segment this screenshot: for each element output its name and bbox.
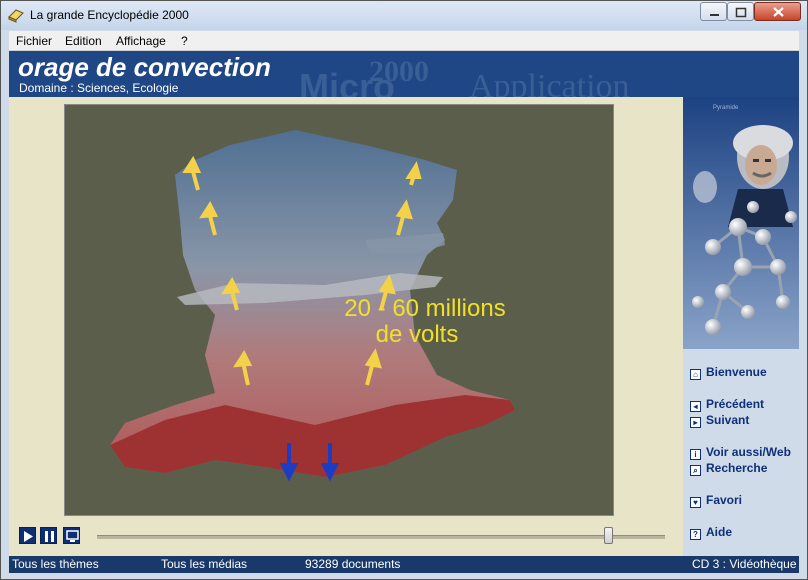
title-bar[interactable]: La grande Encyclopédie 2000 bbox=[1, 1, 807, 30]
window-title: La grande Encyclopédie 2000 bbox=[30, 8, 189, 22]
help-icon: ? bbox=[690, 529, 701, 540]
decorative-science-image: Pyramide bbox=[683, 97, 799, 349]
svg-text:Pyramide: Pyramide bbox=[713, 105, 739, 111]
nav-precedent[interactable]: ◂ Précédent bbox=[690, 397, 764, 412]
maximize-icon bbox=[735, 7, 747, 18]
close-button[interactable] bbox=[754, 2, 801, 21]
play-icon bbox=[24, 531, 33, 542]
media-panel: 20 - 60 millions de volts bbox=[9, 97, 683, 556]
topic-title: orage de convection bbox=[18, 52, 271, 82]
menu-edition[interactable]: Edition bbox=[65, 34, 102, 48]
display-button[interactable] bbox=[63, 527, 80, 544]
minimize-icon bbox=[710, 14, 719, 16]
info-icon: i bbox=[690, 449, 701, 460]
nav-voir-aussi-label: Voir aussi/Web bbox=[706, 445, 791, 459]
topic-banner: 2000 Micro Application orage de convecti… bbox=[9, 51, 799, 97]
thunderstorm-illustration: 20 - 60 millions de volts bbox=[110, 130, 515, 482]
back-icon: ◂ bbox=[690, 401, 701, 412]
home-icon: ⌂ bbox=[690, 369, 701, 380]
nav-bienvenue[interactable]: ⌂ Bienvenue bbox=[690, 365, 767, 380]
status-cd: CD 3 : Vidéothèque bbox=[692, 557, 797, 571]
maximize-button[interactable] bbox=[727, 2, 754, 21]
menu-bar: Fichier Edition Affichage ? bbox=[9, 31, 799, 51]
menu-help[interactable]: ? bbox=[181, 34, 188, 48]
voltage-caption-line2: de volts bbox=[376, 321, 459, 348]
nav-suivant[interactable]: ▸ Suivant bbox=[690, 413, 749, 428]
app-window: La grande Encyclopédie 2000 Fichier Edit… bbox=[0, 0, 808, 580]
nav-aide[interactable]: ? Aide bbox=[690, 525, 732, 540]
close-icon bbox=[773, 7, 784, 17]
sidebar: Pyramide ⌂ Bienvenue ◂ Précédent ▸ Suiva… bbox=[683, 97, 799, 556]
menu-affichage[interactable]: Affichage bbox=[116, 34, 166, 48]
nav-precedent-label: Précédent bbox=[706, 397, 765, 411]
status-medias[interactable]: Tous les médias bbox=[161, 557, 247, 571]
nav-recherche-label: Recherche bbox=[706, 461, 768, 475]
nav-favori[interactable]: ♥ Favori bbox=[690, 493, 742, 508]
screen-icon bbox=[66, 530, 79, 542]
svg-text:Application: Application bbox=[469, 68, 630, 97]
nav-suivant-label: Suivant bbox=[706, 413, 750, 427]
nav-favori-label: Favori bbox=[706, 493, 743, 507]
nav-voir-aussi[interactable]: i Voir aussi/Web bbox=[690, 445, 791, 460]
forward-icon: ▸ bbox=[690, 417, 701, 428]
pause-icon bbox=[45, 531, 54, 542]
progress-slider-thumb[interactable] bbox=[604, 527, 613, 544]
nav-bienvenue-label: Bienvenue bbox=[706, 365, 767, 379]
status-bar: Tous les thèmes Tous les médias 93289 do… bbox=[9, 556, 799, 573]
pause-button[interactable] bbox=[40, 527, 57, 544]
status-documents: 93289 documents bbox=[305, 557, 401, 571]
nav-recherche[interactable]: ⌕ Recherche bbox=[690, 461, 767, 476]
search-icon: ⌕ bbox=[690, 465, 701, 476]
heart-icon: ♥ bbox=[690, 497, 701, 508]
play-button[interactable] bbox=[19, 527, 36, 544]
voltage-caption-line1: 20 - 60 millions bbox=[344, 295, 505, 322]
svg-text:Micro: Micro bbox=[299, 66, 395, 97]
book-icon bbox=[8, 9, 24, 23]
menu-fichier[interactable]: Fichier bbox=[16, 34, 52, 48]
nav-aide-label: Aide bbox=[706, 525, 733, 539]
progress-slider-track[interactable] bbox=[97, 535, 665, 539]
video-frame[interactable]: 20 - 60 millions de volts bbox=[64, 104, 614, 516]
minimize-button[interactable] bbox=[700, 2, 727, 21]
topic-domain: Domaine : Sciences, Ecologie bbox=[19, 81, 179, 95]
status-themes[interactable]: Tous les thèmes bbox=[12, 557, 99, 571]
